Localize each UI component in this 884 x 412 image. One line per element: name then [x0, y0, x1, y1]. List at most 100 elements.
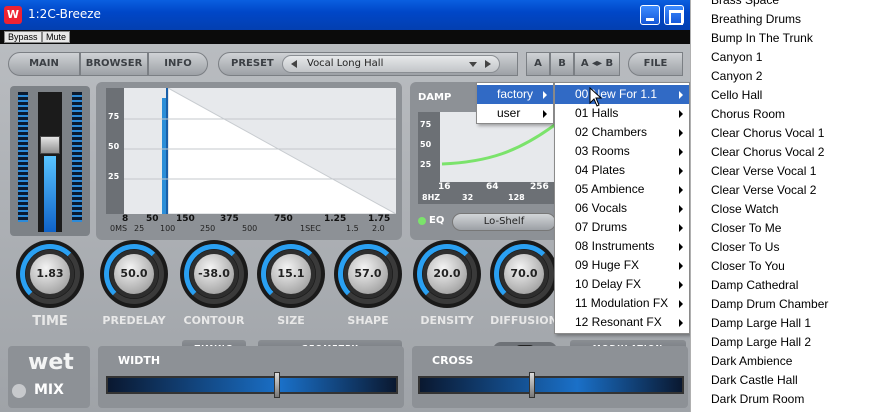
eq-label: EQ: [429, 215, 445, 226]
eq-mode-select[interactable]: Lo-Shelf: [452, 213, 556, 231]
menu-item-label: 12 Resonant FX: [575, 315, 662, 329]
predelay-label: PREDELAY: [102, 314, 166, 327]
damp-x-axis: 16 64 256 8HZ 32 128: [418, 182, 558, 204]
preset-list-item[interactable]: Close Watch: [711, 200, 779, 219]
submenu-arrow-icon: [679, 224, 683, 232]
menu-item-category[interactable]: 11 Modulation FX: [555, 294, 689, 313]
size-knob[interactable]: 15.1: [257, 240, 325, 308]
width-slider-thumb[interactable]: [274, 372, 280, 398]
preset-list-item[interactable]: Breathing Drums: [711, 10, 801, 29]
maximize-button[interactable]: [664, 5, 684, 25]
menu-item-category[interactable]: 01 Halls: [555, 104, 689, 123]
menu-item-category[interactable]: 06 Vocals: [555, 199, 689, 218]
next-preset-icon[interactable]: [485, 60, 491, 68]
graph-xlabel: 500: [242, 224, 258, 233]
damp-xlabel: 8HZ: [422, 193, 441, 202]
preset-list-item[interactable]: Bump In The Trunk: [711, 29, 813, 48]
factory-category-menu: 00 New For 1.1 01 Halls 02 Chambers 03 Room…: [554, 82, 690, 334]
preset-list-item[interactable]: Chorus Room: [711, 105, 785, 124]
contour-knob[interactable]: -38.0: [180, 240, 248, 308]
damp-xlabel: 64: [486, 182, 499, 192]
damp-xlabel: 128: [508, 193, 525, 202]
wet-mix-panel: wet MIX: [8, 346, 90, 408]
menu-item-category[interactable]: 02 Chambers: [555, 123, 689, 142]
preset-list-item[interactable]: Canyon 2: [711, 67, 762, 86]
graph-xlabel: 150: [176, 214, 195, 224]
minimize-button[interactable]: [640, 5, 660, 25]
graph-xlabel: 50: [146, 214, 159, 224]
menu-item-category[interactable]: 09 Huge FX: [555, 256, 689, 275]
lock-icon[interactable]: [12, 384, 26, 398]
preset-list-item[interactable]: Brass Space: [711, 0, 779, 10]
menu-item-user[interactable]: user: [477, 104, 553, 123]
preset-list-item[interactable]: Closer To Me: [711, 219, 781, 238]
diffusion-knob-cell: 70.0 DIFFUSION: [484, 240, 564, 334]
info-tab[interactable]: INFO: [148, 52, 208, 76]
preset-list-item[interactable]: Damp Cathedral: [711, 276, 798, 295]
chevron-down-icon[interactable]: [469, 62, 477, 67]
shape-knob[interactable]: 57.0: [334, 240, 402, 308]
a-button[interactable]: A: [526, 52, 550, 76]
menu-item-category[interactable]: 04 Plates: [555, 161, 689, 180]
ab-copy-button[interactable]: A ◂▸ B: [574, 52, 620, 76]
fader-handle[interactable]: [40, 136, 60, 154]
reverb-graph: 75 50 25: [106, 88, 396, 214]
prev-preset-icon[interactable]: [291, 60, 297, 68]
preset-list-item[interactable]: Cello Hall: [711, 86, 762, 105]
damp-xlabel: 256: [530, 182, 549, 192]
menu-item-label: 08 Instruments: [575, 239, 655, 253]
preset-list-item[interactable]: Damp Large Hall 2: [711, 333, 811, 352]
preset-list-item[interactable]: Damp Drum Chamber: [711, 295, 828, 314]
preset-list-item[interactable]: Canyon 1: [711, 48, 762, 67]
cross-slider[interactable]: [418, 372, 684, 398]
graph-x-axis-bottom: 0MS 25 100 250 500 1SEC 1.5 2.0: [106, 224, 396, 236]
menu-item-factory[interactable]: factory: [477, 85, 553, 104]
browser-tab[interactable]: BROWSER: [80, 52, 148, 76]
b-button[interactable]: B: [550, 52, 574, 76]
preset-list-item[interactable]: Damp Large Hall 1: [711, 314, 811, 333]
menu-item-category[interactable]: 12 Resonant FX: [555, 313, 689, 332]
main-tab[interactable]: MAIN: [8, 52, 80, 76]
preset-list-item[interactable]: Clear Chorus Vocal 1: [711, 124, 824, 143]
size-label: SIZE: [277, 314, 305, 327]
mute-button[interactable]: Mute: [42, 31, 71, 43]
mix-label: MIX: [34, 382, 64, 398]
width-slider[interactable]: [106, 372, 398, 398]
decay-curve: [124, 88, 396, 214]
time-value: 1.83: [30, 254, 70, 294]
menu-item-label: factory: [497, 87, 534, 101]
menu-item-category[interactable]: 07 Drums: [555, 218, 689, 237]
graph-xlabel: 2.0: [372, 224, 385, 233]
menu-item-category[interactable]: 10 Delay FX: [555, 275, 689, 294]
menu-item-category[interactable]: 08 Instruments: [555, 237, 689, 256]
preset-list-item[interactable]: Clear Chorus Vocal 2: [711, 143, 824, 162]
size-value: 15.1: [271, 254, 311, 294]
preset-list-item[interactable]: Clear Verse Vocal 2: [711, 181, 816, 200]
density-knob[interactable]: 20.0: [413, 240, 481, 308]
graph-xlabel: 1.75: [368, 214, 391, 224]
density-value: 20.0: [427, 254, 467, 294]
cross-slider-thumb[interactable]: [529, 372, 535, 398]
preset-source-menu: factory user: [476, 82, 554, 124]
diffusion-knob[interactable]: 70.0: [490, 240, 558, 308]
menu-item-label: 03 Rooms: [575, 144, 630, 158]
bypass-button[interactable]: Bypass: [4, 31, 42, 43]
time-knob-cell: 1.83 TIME: [10, 240, 90, 334]
menu-item-category[interactable]: 05 Ambience: [555, 180, 689, 199]
menu-item-label: 07 Drums: [575, 220, 628, 234]
preset-list-item[interactable]: Dark Castle Hall: [711, 371, 798, 390]
preset-list-item[interactable]: Closer To Us: [711, 238, 779, 257]
preset-dropdown[interactable]: Vocal Long Hall: [282, 55, 500, 73]
menu-item-category[interactable]: 03 Rooms: [555, 142, 689, 161]
file-menu-button[interactable]: FILE: [628, 52, 683, 76]
time-knob[interactable]: 1.83: [16, 240, 84, 308]
preset-list-item[interactable]: Closer To You: [711, 257, 785, 276]
preset-list-item[interactable]: Clear Verse Vocal 1: [711, 162, 816, 181]
preset-list-item[interactable]: Dark Drum Room: [711, 390, 804, 409]
submenu-arrow-icon: [679, 186, 683, 194]
preset-list-item[interactable]: Dark Ambience: [711, 352, 792, 371]
eq-enable-icon[interactable]: [418, 217, 426, 225]
graph-xlabel: 250: [200, 224, 216, 233]
menu-item-category[interactable]: 00 New For 1.1: [555, 85, 689, 104]
predelay-knob[interactable]: 50.0: [100, 240, 168, 308]
